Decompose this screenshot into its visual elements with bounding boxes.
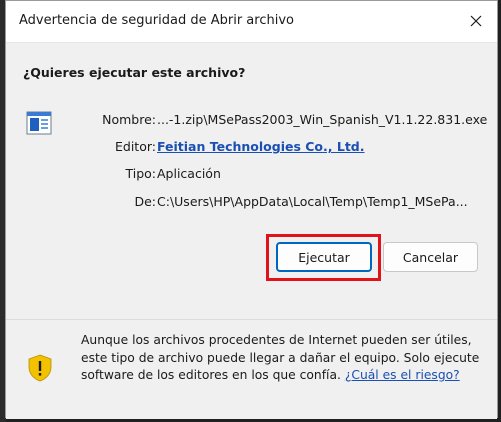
file-source-label: De:	[134, 194, 156, 209]
file-source-row: De: C:\Users\HP\AppData\Local\Temp\Temp1…	[6, 194, 499, 212]
title-bar: Advertencia de seguridad de Abrir archiv…	[6, 1, 497, 43]
file-source-value: C:\Users\HP\AppData\Local\Temp\Temp1_MSe…	[157, 194, 468, 209]
warning-message: Aunque los archivos procedentes de Inter…	[81, 332, 481, 385]
run-button[interactable]: Ejecutar	[276, 242, 372, 272]
file-name-label: Nombre:	[102, 112, 156, 127]
close-icon	[470, 15, 482, 27]
security-warning-dialog: Advertencia de seguridad de Abrir archiv…	[5, 0, 499, 419]
cancel-button[interactable]: Cancelar	[383, 242, 478, 272]
publisher-link[interactable]: Feitian Technologies Co., Ltd.	[157, 139, 365, 154]
publisher-row: Editor: Feitian Technologies Co., Ltd.	[6, 139, 499, 157]
file-type-row: Tipo: Aplicación	[6, 166, 499, 184]
prompt-question: ¿Quieres ejecutar este archivo?	[23, 65, 246, 80]
risk-info-link[interactable]: ¿Cuál es el riesgo?	[345, 368, 460, 382]
file-type-label: Tipo:	[125, 166, 156, 181]
file-name-value: ...-1.zip\MSePass2003_Win_Spanish_V1.1.2…	[157, 112, 488, 127]
file-type-value: Aplicación	[157, 166, 221, 181]
close-button[interactable]	[461, 7, 491, 35]
warning-panel: Aunque los archivos procedentes de Inter…	[6, 319, 497, 419]
publisher-label: Editor:	[115, 139, 156, 154]
file-name-row: Nombre: ...-1.zip\MSePass2003_Win_Spanis…	[6, 112, 499, 130]
warning-shield-icon	[28, 354, 52, 382]
window-title: Advertencia de seguridad de Abrir archiv…	[19, 13, 294, 28]
